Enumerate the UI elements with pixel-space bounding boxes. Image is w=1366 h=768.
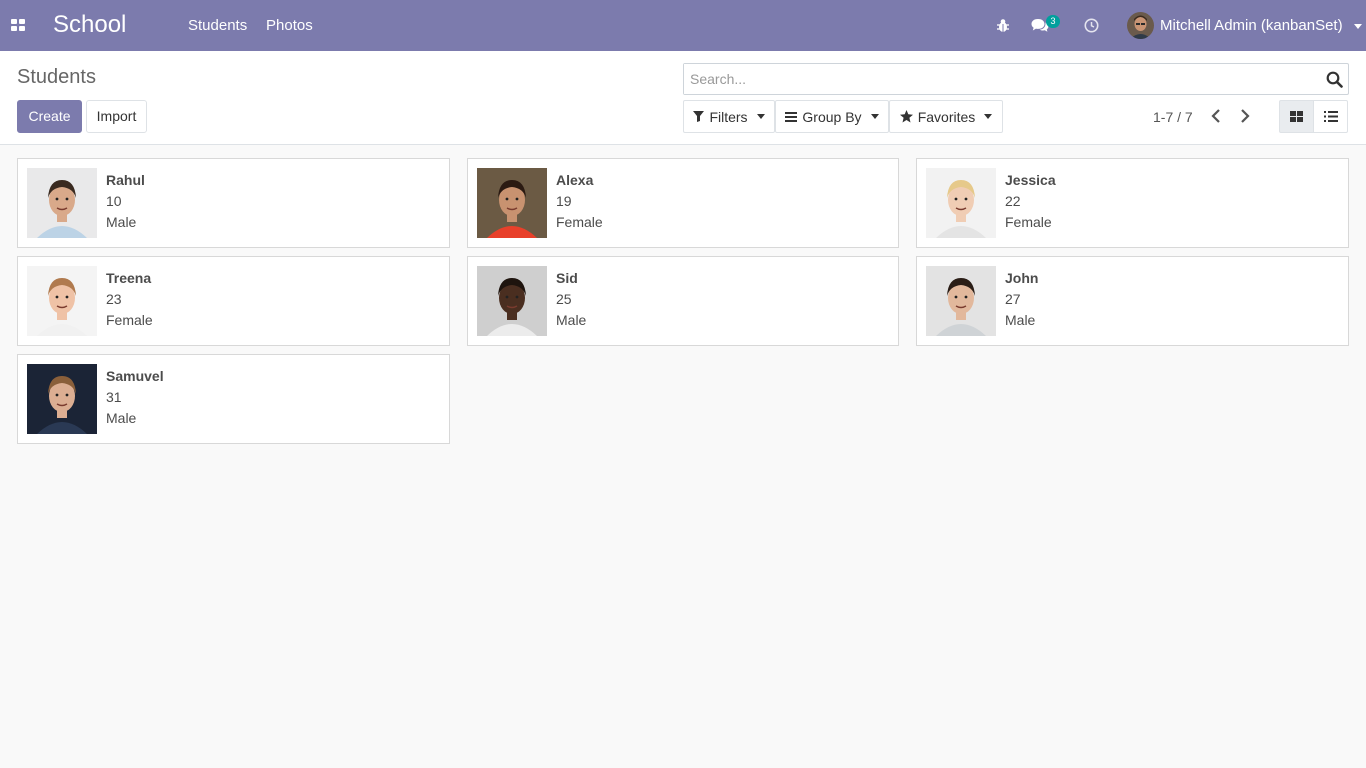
search-icon[interactable] xyxy=(1326,71,1343,91)
list-bars-icon xyxy=(785,111,798,122)
student-age: 10 xyxy=(106,193,122,209)
kanban-view-button[interactable] xyxy=(1279,100,1314,133)
star-icon xyxy=(899,110,913,123)
student-card[interactable]: Samuvel 31 Male xyxy=(17,354,450,444)
student-name: Alexa xyxy=(556,172,594,188)
student-gender: Female xyxy=(1005,214,1052,230)
student-gender: Male xyxy=(106,410,137,426)
search-bar xyxy=(683,63,1349,95)
student-photo xyxy=(926,168,996,238)
pager-next-icon[interactable] xyxy=(1239,107,1251,128)
student-gender: Male xyxy=(106,214,137,230)
list-view-icon xyxy=(1323,111,1338,122)
menu-item-students[interactable]: Students xyxy=(188,17,247,34)
student-name: Samuvel xyxy=(106,368,164,384)
search-input[interactable] xyxy=(684,64,1304,94)
menu-item-photos[interactable]: Photos xyxy=(266,17,313,34)
student-age: 22 xyxy=(1005,193,1021,209)
student-photo xyxy=(27,168,97,238)
student-gender: Male xyxy=(1005,312,1036,328)
student-photo xyxy=(27,364,97,434)
student-name: Jessica xyxy=(1005,172,1056,188)
student-card[interactable]: Sid 25 Male xyxy=(467,256,899,346)
user-name-label: Mitchell Admin (kanbanSet) xyxy=(1160,17,1343,34)
messages-icon[interactable]: 3 xyxy=(1031,15,1060,36)
messages-badge: 3 xyxy=(1046,15,1060,28)
favorites-label: Favorites xyxy=(917,108,976,125)
student-age: 25 xyxy=(556,291,572,307)
list-view-button[interactable] xyxy=(1313,100,1348,133)
student-gender: Female xyxy=(556,214,603,230)
top-navbar: School Students Photos 3 Mitchell Admin … xyxy=(0,0,1366,51)
filters-label: Filters xyxy=(709,108,748,125)
student-age: 23 xyxy=(106,291,122,307)
app-brand[interactable]: School xyxy=(53,11,126,39)
favorites-dropdown[interactable]: Favorites xyxy=(889,100,1003,133)
student-name: Treena xyxy=(106,270,152,286)
user-menu[interactable]: Mitchell Admin (kanbanSet) xyxy=(1160,17,1362,34)
import-button[interactable]: Import xyxy=(86,100,147,133)
filter-icon xyxy=(693,111,705,122)
kanban-grid-icon xyxy=(1290,111,1303,122)
student-card[interactable]: Jessica 22 Female xyxy=(916,158,1349,248)
student-photo xyxy=(27,266,97,336)
student-photo xyxy=(477,266,547,336)
student-age: 27 xyxy=(1005,291,1021,307)
pager-previous-icon[interactable] xyxy=(1210,107,1222,128)
clock-icon[interactable] xyxy=(1084,18,1099,36)
student-name: John xyxy=(1005,270,1039,286)
filters-dropdown[interactable]: Filters xyxy=(683,100,775,133)
user-avatar[interactable] xyxy=(1127,12,1154,39)
bug-icon[interactable] xyxy=(996,18,1010,36)
create-button[interactable]: Create xyxy=(17,100,82,133)
student-name: Rahul xyxy=(106,172,145,188)
pager-value[interactable]: 1-7 / 7 xyxy=(1153,109,1193,125)
student-card[interactable]: Rahul 10 Male xyxy=(17,158,450,248)
student-gender: Male xyxy=(556,312,587,328)
student-age: 19 xyxy=(556,193,572,209)
student-card[interactable]: John 27 Male xyxy=(916,256,1349,346)
apps-menu-icon[interactable] xyxy=(11,19,25,31)
student-gender: Female xyxy=(106,312,153,328)
student-name: Sid xyxy=(556,270,578,286)
chevron-down-icon xyxy=(870,114,879,119)
page-title: Students xyxy=(17,66,96,88)
groupby-dropdown[interactable]: Group By xyxy=(775,100,889,133)
student-photo xyxy=(926,266,996,336)
student-card[interactable]: Treena 23 Female xyxy=(17,256,450,346)
groupby-label: Group By xyxy=(802,108,862,125)
chevron-down-icon xyxy=(756,114,765,119)
chevron-down-icon xyxy=(984,114,993,119)
student-photo xyxy=(477,168,547,238)
student-age: 31 xyxy=(106,389,122,405)
control-panel: Students Create Import Filters Group By … xyxy=(0,51,1366,145)
chevron-down-icon xyxy=(1353,23,1362,29)
student-card[interactable]: Alexa 19 Female xyxy=(467,158,899,248)
